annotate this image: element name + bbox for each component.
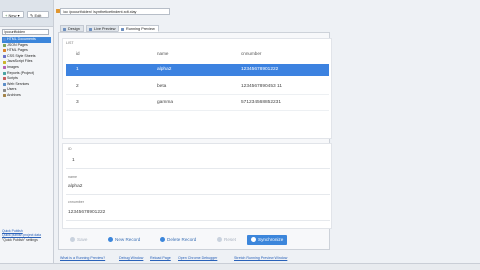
reset-icon <box>217 236 222 242</box>
folder-icon <box>3 54 6 58</box>
row-cnnumber: 12345678901222 <box>241 67 279 72</box>
id-field-underline <box>66 168 330 169</box>
tree-item-label: Scripts <box>7 76 18 81</box>
reset-button[interactable]: Reset <box>217 235 236 245</box>
cnnumber-field-label: cnnumber <box>68 200 84 204</box>
status-link-debug-window[interactable]: Debug Window <box>119 255 143 262</box>
add-icon <box>108 236 113 242</box>
tree-item-label: HTML Pages <box>7 48 28 53</box>
design-icon <box>63 28 66 31</box>
reset-button-label: Reset <box>224 237 237 242</box>
new-button[interactable]: + New ▾ <box>2 11 24 18</box>
table-row[interactable]: 1 alpha2 12345678901222 <box>66 64 329 76</box>
name-field-underline <box>66 194 330 195</box>
row-divider <box>66 110 329 111</box>
id-field-value[interactable]: 1 <box>72 158 75 163</box>
folder-icon <box>3 49 6 53</box>
row-name: alpha2 <box>157 67 172 72</box>
save-button-label: Save <box>77 237 88 242</box>
folder-icon <box>3 94 6 98</box>
status-link-what-is-running-preview[interactable]: What is a Running Preview? <box>60 255 105 262</box>
new-record-button-label: New Record <box>115 237 141 242</box>
status-bar: What is a Running Preview? Debug Window … <box>54 255 480 262</box>
folder-icon <box>3 38 6 42</box>
name-field-input[interactable]: alpha2 <box>68 184 82 189</box>
edit-button-label: Edit <box>34 13 42 18</box>
tree-item-label: HTML Documents <box>7 37 36 41</box>
tree-item-label: JSON Pages <box>7 42 28 47</box>
tree-item-label: Web Services <box>7 81 30 86</box>
name-field-label: name <box>68 175 77 179</box>
chevron-down-icon: ▾ <box>16 13 20 18</box>
status-link-stretch-window[interactable]: Stretch Running Preview Window <box>234 255 287 262</box>
column-header-name[interactable]: name <box>157 51 169 56</box>
id-field-label: ID <box>68 147 72 151</box>
folder-icon <box>3 71 6 75</box>
table-row[interactable]: 3 gamma 571234568852231 <box>66 97 329 109</box>
play-icon <box>121 28 124 31</box>
quick-publish-panel: Quick Publish Quick publish project data… <box>2 229 51 242</box>
delete-record-button[interactable]: Delete Record <box>160 235 196 245</box>
delete-icon <box>160 236 165 242</box>
save-icon <box>70 236 75 242</box>
folder-icon <box>3 82 6 86</box>
tab-live-preview[interactable]: Live Preview <box>86 25 120 32</box>
file-path-field[interactable]: /oc /pocurifolden/ /syntheticetindent.xd… <box>60 8 170 15</box>
synchronize-button-label: Synchronize <box>258 237 284 242</box>
status-link-reload-page[interactable]: Reload Page <box>150 255 171 262</box>
tree-item-label: Archives <box>7 92 21 97</box>
tab-design[interactable]: Design <box>60 25 84 32</box>
tree-item-label: CSS Style Sheets <box>7 53 36 58</box>
folder-icon <box>3 66 6 70</box>
folder-icon <box>3 43 6 47</box>
folder-icon <box>3 77 6 81</box>
row-cnnumber: 1234567890453 11 <box>241 84 282 89</box>
row-name: beta <box>157 84 167 89</box>
tab-running-preview-label: Running Preview <box>126 27 155 31</box>
row-cnnumber: 571234568852231 <box>241 100 282 105</box>
sidebar-toolbar: + New ▾ ✎ Edit <box>0 0 53 27</box>
tab-live-preview-label: Live Preview <box>94 27 116 31</box>
tree-item-label: Images <box>7 64 19 69</box>
synchronize-button[interactable]: Synchronize <box>247 235 288 245</box>
new-record-button[interactable]: New Record <box>108 235 140 245</box>
save-button[interactable]: Save <box>70 235 87 245</box>
tree-item-label: Users <box>7 87 17 92</box>
tree-item[interactable]: Archives <box>2 93 51 99</box>
bottom-edge <box>0 263 480 270</box>
quick-publish-note: "Quick Publish" settings <box>2 237 38 242</box>
tree-item-label: Reports (Project) <box>7 70 35 75</box>
sync-icon <box>251 236 256 242</box>
folder-icon <box>3 88 6 92</box>
status-link-open-chrome-debugger[interactable]: Open Chrome Debugger <box>178 255 217 262</box>
list-title: LIST <box>66 41 74 45</box>
delete-record-button-label: Delete Record <box>167 237 197 242</box>
table-row[interactable]: 2 beta 1234567890453 11 <box>66 81 329 93</box>
cnnumber-field-input[interactable]: 12345678901222 <box>68 210 105 215</box>
folder-icon <box>3 60 6 64</box>
tree-item-label: JavaScript Files <box>7 59 33 64</box>
edit-button[interactable]: ✎ Edit <box>27 11 49 18</box>
row-id: 2 <box>76 84 79 89</box>
sidebar-search-input[interactable]: /pocuriftolden <box>2 29 49 35</box>
row-id: 1 <box>76 67 79 72</box>
project-tree: HTML Documents JSON Pages HTML Pages CSS St… <box>2 37 51 99</box>
row-id: 3 <box>76 100 79 105</box>
preview-icon <box>89 28 92 31</box>
column-header-id[interactable]: id <box>76 51 80 56</box>
detail-form-card <box>62 143 332 229</box>
column-header-cnnumber[interactable]: cnnumber <box>241 51 261 56</box>
tab-running-preview[interactable]: Running Preview <box>118 25 159 32</box>
row-divider <box>66 94 329 95</box>
tab-design-label: Design <box>68 27 80 31</box>
cnnumber-field-underline <box>66 220 330 221</box>
row-name: gamma <box>157 100 173 105</box>
